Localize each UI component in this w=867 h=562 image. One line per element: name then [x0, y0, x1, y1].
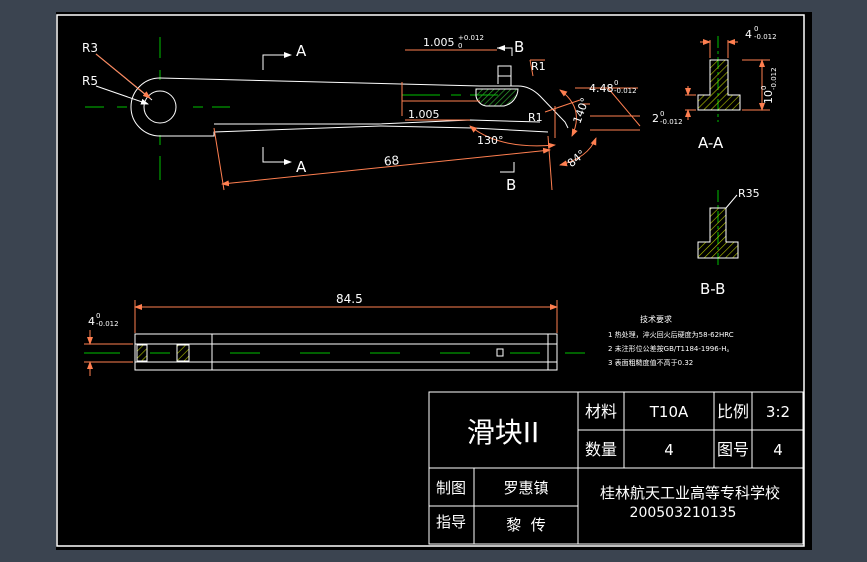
bottom-hatch-left — [136, 344, 148, 362]
tb-quantity-value: 4 — [664, 441, 674, 459]
aa-dim-10-sup: 0 — [760, 86, 768, 90]
bb-label-r35: R35 — [738, 187, 760, 200]
tb-quantity-label: 数量 — [585, 440, 617, 459]
dim-130-deg: 130° — [477, 134, 504, 147]
tb-guided-by-value: 黎 传 — [506, 516, 546, 534]
tb-student-id: 200503210135 — [630, 505, 737, 521]
tb-guided-by-label: 指导 — [436, 513, 466, 531]
label-r3: R3 — [82, 41, 98, 55]
dim-1005-tolerance-sup: +0.012 — [458, 34, 484, 42]
section-b-top-label: B — [514, 38, 524, 56]
aa-dim-4-sub: -0.012 — [754, 33, 777, 41]
aa-dim-4-sup: 0 — [754, 25, 758, 33]
tech-req-item-1: 1 热处理，淬火回火后硬度为58-62HRC — [608, 330, 734, 339]
section-a-bottom-label: A — [296, 158, 307, 176]
bottom-dim-4: 4 — [88, 315, 95, 328]
tb-part-name: 滑块II — [467, 416, 540, 449]
dim-4-48-sub: -0.012 — [614, 87, 637, 95]
label-r1-mid: R1 — [528, 111, 543, 124]
bottom-dim-4-sup: 0 — [96, 312, 100, 320]
tech-req-item-2: 2 未注形位公差按GB/T1184-1996-H。 — [608, 344, 733, 353]
bottom-hatch-right — [176, 344, 190, 362]
tech-req-heading: 技术要求 — [640, 314, 672, 324]
tech-req-item-3: 3 表面粗糙度值不高于0.32 — [608, 358, 693, 367]
tb-drawing-no-label: 图号 — [717, 440, 749, 459]
dim-2-sub: -0.012 — [660, 118, 683, 126]
aa-dim-10: 10 — [762, 90, 775, 104]
aa-title: A-A — [698, 134, 724, 152]
tb-material-value: T10A — [649, 403, 689, 421]
dim-1005-plain: 1.005 — [408, 108, 440, 121]
dim-4-48-sup: 0 — [614, 79, 618, 87]
aa-dim-10-sub: -0.012 — [770, 67, 778, 90]
tb-drawn-by-label: 制图 — [436, 479, 466, 497]
tb-drawn-by-value: 罗惠镇 — [503, 479, 548, 497]
tb-school: 桂林航天工业高等专科学校 — [600, 484, 780, 502]
bottom-dim-84-5: 84.5 — [336, 292, 363, 306]
tb-material-label: 材料 — [585, 402, 617, 421]
tb-drawing-no-value: 4 — [773, 441, 783, 459]
dim-4-48: 4.48 — [589, 82, 614, 95]
tb-scale-label: 比例 — [717, 402, 749, 421]
section-b-bottom-label: B — [506, 176, 516, 194]
dim-1005-tolerance: 1.005 — [423, 36, 455, 49]
label-r5: R5 — [82, 74, 98, 88]
dim-68: 68 — [383, 153, 400, 169]
paper — [56, 12, 812, 550]
bottom-dim-4-sub: -0.012 — [96, 320, 119, 328]
aa-dim-4: 4 — [745, 28, 752, 41]
cad-drawing-sheet: R3 R5 A A B B 1.005 +0.012 0 1.005 R1 R1… — [56, 12, 812, 550]
section-a-top-label: A — [296, 42, 307, 60]
tb-scale-value: 3:2 — [766, 403, 790, 421]
bb-title: B-B — [700, 280, 725, 298]
dim-2: 2 — [652, 112, 659, 125]
dim-1005-tolerance-sub: 0 — [458, 42, 462, 50]
dim-2-sup: 0 — [660, 110, 664, 118]
label-r1-top: R1 — [531, 60, 546, 73]
